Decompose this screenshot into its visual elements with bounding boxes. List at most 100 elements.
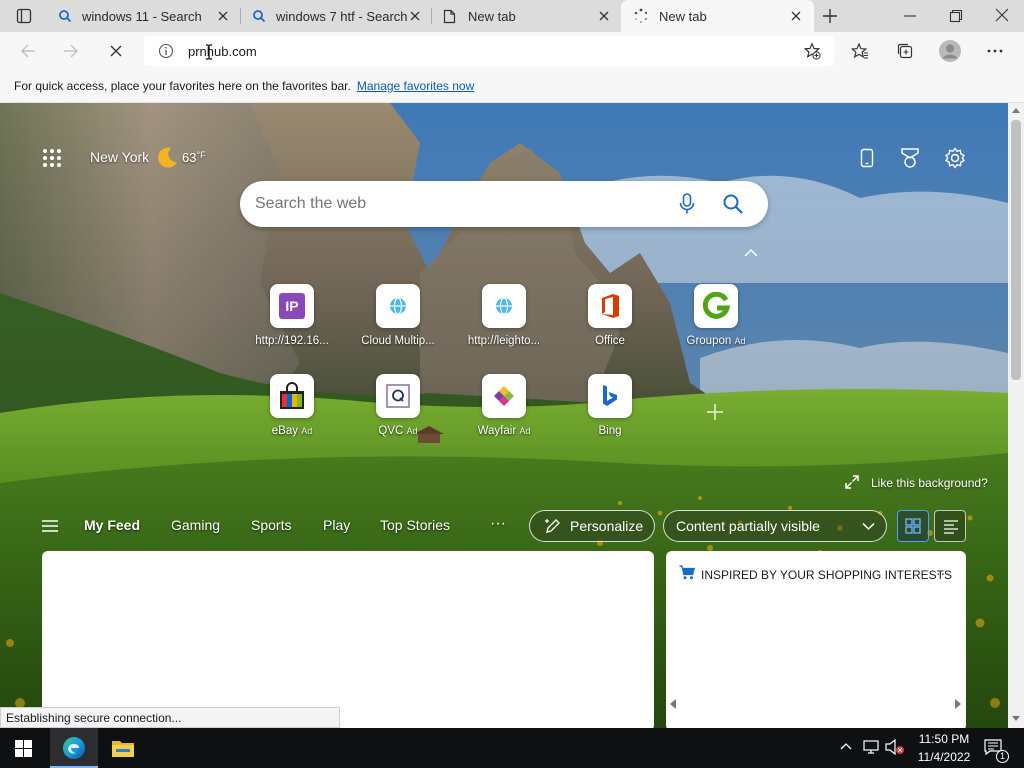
more-options-icon[interactable]: [987, 48, 1003, 54]
close-icon[interactable]: [216, 9, 230, 23]
tab-actions-menu-icon[interactable]: [16, 8, 32, 24]
shopping-card-title: INSPIRED BY YOUR SHOPPING INTERESTS: [701, 568, 952, 582]
quick-link-tile[interactable]: [376, 284, 420, 328]
ebay-icon: [279, 382, 305, 410]
tab-title: windows 11 - Search: [82, 8, 202, 24]
groupon-icon: [702, 292, 730, 320]
text-cursor-icon: [205, 44, 213, 60]
feed-tab-top-stories[interactable]: Top Stories: [380, 517, 450, 533]
add-favorite-icon[interactable]: [803, 42, 821, 60]
taskbar-edge-button[interactable]: [50, 728, 98, 768]
quick-link-label-text: Cloud Multip...: [361, 335, 435, 347]
page-settings-icon[interactable]: [944, 147, 966, 169]
ad-label: Ad: [519, 426, 531, 436]
scrollbar[interactable]: [1008, 103, 1024, 728]
scroll-down-icon[interactable]: [1012, 716, 1020, 722]
quick-link-label[interactable]: http://192.16...: [244, 335, 340, 347]
quick-link-label[interactable]: QVC Ad: [350, 425, 446, 437]
collections-icon[interactable]: [896, 42, 914, 60]
globe-icon: [495, 297, 513, 315]
quick-link-tile[interactable]: [588, 374, 632, 418]
moon-icon: [156, 145, 180, 169]
collapse-chevron-icon[interactable]: [744, 248, 758, 257]
mobile-icon[interactable]: [860, 148, 874, 168]
address-text[interactable]: prnhub.com: [188, 44, 257, 59]
clock-date[interactable]: 11/4/2022: [914, 750, 974, 764]
scrollbar-thumb[interactable]: [1011, 120, 1021, 380]
quick-link-label[interactable]: Bing: [562, 425, 658, 437]
show-hidden-icons-chevron[interactable]: [840, 742, 852, 750]
quick-link-label[interactable]: Wayfair Ad: [456, 425, 552, 437]
search-submit-icon[interactable]: [722, 193, 744, 215]
tab-new-tab[interactable]: New tab: [431, 0, 621, 32]
rewards-icon[interactable]: [900, 147, 920, 169]
volume-muted-icon[interactable]: [885, 739, 905, 755]
close-icon[interactable]: [408, 9, 422, 23]
quick-link-tile[interactable]: [270, 374, 314, 418]
shopping-card-more-button[interactable]: ···: [936, 565, 950, 581]
search-input[interactable]: [255, 191, 655, 217]
feed-more-button[interactable]: ···: [490, 515, 506, 533]
new-tab-plus-icon[interactable]: [822, 8, 838, 24]
manage-favorites-link[interactable]: Manage favorites now: [357, 79, 474, 93]
status-bubble: Establishing secure connection...: [0, 707, 340, 728]
favorites-bar: For quick access, place your favorites h…: [0, 70, 1024, 103]
feed-menu-icon[interactable]: [41, 519, 59, 533]
tab-windows-7-search[interactable]: windows 7 htf - Search: [240, 0, 432, 32]
stop-loading-icon[interactable]: [108, 43, 124, 59]
feed-tab-gaming[interactable]: Gaming: [171, 517, 220, 533]
quick-link-tile[interactable]: [482, 374, 526, 418]
quick-link-tile[interactable]: [482, 284, 526, 328]
personalize-pencil-icon: [544, 517, 562, 535]
close-icon[interactable]: [789, 9, 803, 23]
profile-avatar-icon[interactable]: [939, 40, 961, 62]
shopping-cart-icon: [679, 565, 695, 580]
quick-link-label-text: Wayfair: [477, 425, 517, 437]
carousel-next-icon[interactable]: [954, 699, 961, 709]
favorites-icon[interactable]: [851, 42, 869, 60]
list-layout-button[interactable]: [934, 510, 966, 542]
windows-start-icon[interactable]: [15, 740, 32, 757]
back-arrow-icon[interactable]: [19, 43, 37, 59]
grid-layout-button[interactable]: [897, 510, 929, 542]
quick-link-tile[interactable]: [694, 284, 738, 328]
close-icon[interactable]: [597, 9, 611, 23]
feed-tab-play[interactable]: Play: [323, 517, 350, 533]
feed-tab-sports[interactable]: Sports: [251, 517, 291, 533]
grid-icon: [905, 518, 921, 534]
feed-tab-my-feed[interactable]: My Feed: [84, 517, 140, 533]
weather-temp[interactable]: 63°F: [182, 150, 206, 165]
quick-link-label[interactable]: eBay Ad: [244, 425, 340, 437]
tab-windows-11-search[interactable]: windows 11 - Search: [46, 0, 240, 32]
content-visibility-dropdown[interactable]: Content partially visible: [663, 510, 887, 542]
quick-link-label[interactable]: http://leighto...: [456, 335, 552, 347]
quick-link-tile[interactable]: [588, 284, 632, 328]
file-explorer-icon[interactable]: [111, 738, 135, 758]
shopping-card[interactable]: INSPIRED BY YOUR SHOPPING INTERESTS ···: [666, 551, 966, 731]
quick-link-label[interactable]: Cloud Multip...: [350, 335, 446, 347]
feed-card-main[interactable]: [42, 551, 654, 731]
like-background-button[interactable]: Like this background?: [871, 476, 988, 490]
microphone-icon[interactable]: [679, 193, 695, 215]
network-icon[interactable]: [862, 740, 880, 754]
expand-icon[interactable]: [845, 475, 859, 489]
weather-city[interactable]: New York: [90, 149, 149, 165]
quick-link-tile[interactable]: IP: [270, 284, 314, 328]
scroll-up-icon[interactable]: [1012, 107, 1020, 113]
quick-link-tile[interactable]: [376, 374, 420, 418]
quick-link-label[interactable]: Office: [562, 335, 658, 347]
clock-time[interactable]: 11:50 PM: [914, 732, 974, 746]
window-close-icon[interactable]: [994, 7, 1010, 23]
list-icon: [943, 519, 959, 535]
tab-new-tab-active[interactable]: New tab: [621, 0, 814, 32]
quick-link-label[interactable]: Groupon Ad: [668, 335, 764, 347]
quick-link-label-text: Office: [595, 335, 625, 347]
carousel-prev-icon[interactable]: [670, 699, 677, 709]
app-launcher-icon[interactable]: [42, 148, 62, 168]
site-info-icon[interactable]: [158, 43, 174, 59]
add-quick-link-icon[interactable]: [705, 402, 725, 422]
personalize-button[interactable]: Personalize: [529, 510, 655, 542]
forward-arrow-icon[interactable]: [62, 43, 80, 59]
restore-icon[interactable]: [948, 8, 964, 24]
minimize-icon[interactable]: [902, 8, 918, 24]
